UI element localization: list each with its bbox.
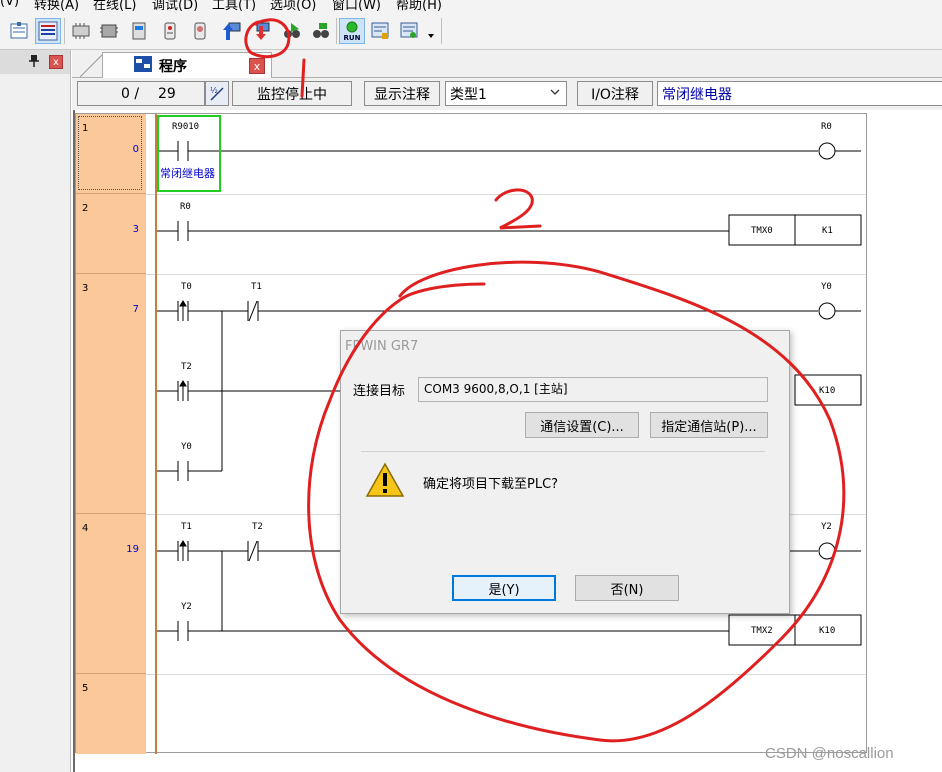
coil-label: Y0 <box>821 282 832 292</box>
dialog-divider <box>361 451 765 452</box>
comment-input-value: 常闭继电器 <box>662 86 732 103</box>
plc-icon[interactable] <box>68 18 94 44</box>
step-total: 29 <box>158 85 176 102</box>
project-pane-header: x <box>0 50 70 74</box>
io-comment-label: I/O注释 <box>577 81 653 106</box>
zoom-toggle-button[interactable]: ½ <box>205 81 229 106</box>
contact-label: Y2 <box>181 602 192 612</box>
menu-convert[interactable]: 转换(A) <box>34 0 79 12</box>
run-label: RUN <box>344 34 361 42</box>
no-button[interactable]: 否(N) <box>575 575 679 601</box>
step-counter: 0 / 29 <box>77 81 205 106</box>
dialog-title: FPWIN GR7 <box>345 339 419 354</box>
monitor-start-icon[interactable] <box>308 18 334 44</box>
contact-label: T1 <box>181 522 192 532</box>
contact-label: T0 <box>181 282 192 292</box>
menu-bar: (V) 转换(A) 在线(L) 调试(D) 工具(T) 选项(O) 窗口(W) … <box>0 0 942 12</box>
more-dropdown-icon[interactable] <box>424 18 438 44</box>
svg-text:½: ½ <box>210 86 218 95</box>
tab-program[interactable]: 程序 x <box>102 52 272 78</box>
contact-label: T2 <box>252 522 263 532</box>
plc-module-icon[interactable] <box>157 18 183 44</box>
ladder-left-border <box>73 110 75 772</box>
program-icon <box>133 55 153 77</box>
menu-window[interactable]: 窗口(W) <box>332 0 381 12</box>
download-confirm-dialog: FPWIN GR7 连接目标 COM3 9600,8,O,1 [主站] 通信设置… <box>340 330 790 614</box>
contact-comment: 常闭继电器 <box>160 167 215 180</box>
coil-label: R0 <box>821 122 832 132</box>
specify-station-button[interactable]: 指定通信站(P)... <box>650 412 768 438</box>
menu-view[interactable]: (V) <box>0 0 19 9</box>
monitor-status: 监控停止中 <box>232 81 352 106</box>
monitor-icon[interactable] <box>279 18 305 44</box>
timer-constant: K1 <box>822 226 833 236</box>
toolbar: RUN <box>0 12 942 50</box>
connection-target-label: 连接目标 <box>353 384 406 399</box>
chevron-down-icon <box>549 86 561 102</box>
plc-card-icon[interactable] <box>187 18 213 44</box>
contact-label: T1 <box>251 282 262 292</box>
menu-online[interactable]: 在线(L) <box>93 0 136 12</box>
plc-chip-icon[interactable] <box>96 18 122 44</box>
tab-corner-decoration <box>79 54 103 78</box>
ladder-list-icon[interactable] <box>6 18 32 44</box>
instruction-list-icon[interactable] <box>35 18 61 44</box>
yes-button[interactable]: 是(Y) <box>452 575 556 601</box>
comment-type-value: 类型1 <box>450 86 487 103</box>
print-icon[interactable] <box>396 18 422 44</box>
document-tab-row: 程序 x <box>72 50 942 78</box>
comment-input[interactable]: 常闭继电器 <box>657 81 942 106</box>
plc-device-icon[interactable] <box>126 18 152 44</box>
run-icon[interactable]: RUN <box>339 18 365 44</box>
project-pane: x <box>0 50 71 772</box>
timer-label: TMX2 <box>751 626 773 636</box>
menu-debug[interactable]: 调试(D) <box>152 0 198 12</box>
step-current: 0 / <box>121 85 140 102</box>
download-to-plc-icon[interactable] <box>249 18 275 44</box>
timer-constant: K10 <box>819 386 836 396</box>
contact-label: R9010 <box>172 122 200 132</box>
comment-type-select[interactable]: 类型1 <box>445 81 567 106</box>
timer-label: TMX0 <box>751 226 773 236</box>
dialog-message: 确定将项目下载至PLC? <box>423 477 559 492</box>
show-comment-toggle[interactable]: 显示注释 <box>364 81 440 106</box>
tab-program-label: 程序 <box>159 58 187 75</box>
warning-icon <box>365 461 405 503</box>
comm-settings-button[interactable]: 通信设置(C)... <box>525 412 639 438</box>
divide-icon: ½ <box>210 86 224 101</box>
contact-label: T2 <box>181 362 192 372</box>
upload-from-plc-icon[interactable] <box>218 18 244 44</box>
contact-label: Y0 <box>181 442 192 452</box>
connection-target-field: COM3 9600,8,O,1 [主站] <box>418 377 768 402</box>
status-bar: 0 / 29 ½ 监控停止中 显示注释 类型1 I/O注释 常闭继电器 <box>72 78 942 110</box>
pane-close-button[interactable]: x <box>49 55 63 69</box>
pin-icon[interactable] <box>28 54 40 71</box>
coil-label: Y2 <box>821 522 832 532</box>
watermark: CSDN @noscallion <box>765 745 894 762</box>
contact-label: R0 <box>180 202 191 212</box>
timer-constant: K10 <box>819 626 836 636</box>
menu-help[interactable]: 帮助(H) <box>396 0 442 12</box>
remote-stop-icon[interactable] <box>367 18 393 44</box>
tab-close-button[interactable]: x <box>249 58 265 74</box>
menu-tools[interactable]: 工具(T) <box>212 0 256 12</box>
menu-options[interactable]: 选项(O) <box>270 0 316 12</box>
